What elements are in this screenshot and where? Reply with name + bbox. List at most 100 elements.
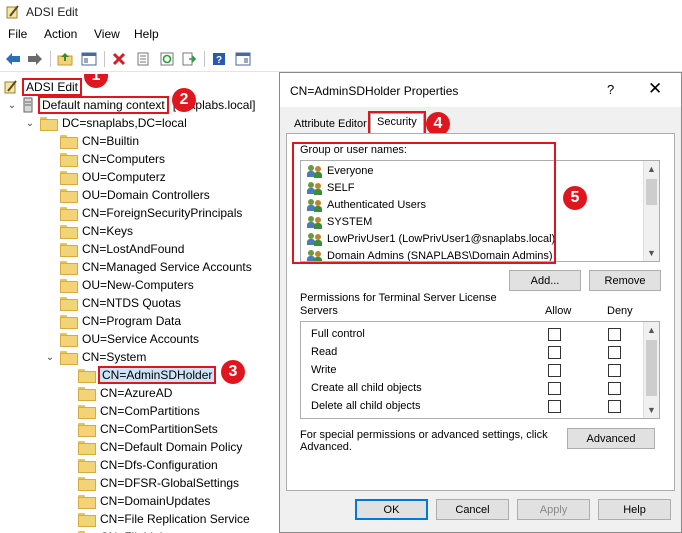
tree-item-label: CN=DFSR-GlobalSettings	[100, 476, 240, 490]
scroll-up-icon[interactable]: ▲	[644, 322, 659, 338]
tree-item[interactable]: CN=ComPartitions	[78, 402, 200, 420]
tree-item[interactable]: CN=LostAndFound	[60, 240, 184, 258]
scroll-down-icon[interactable]: ▼	[644, 402, 659, 418]
tree-item-default-naming-context[interactable]: ⌄ Default naming context [snaplabs.local…	[6, 96, 255, 114]
tree-item[interactable]: CN=Program Data	[60, 312, 181, 330]
remove-button[interactable]: Remove	[589, 270, 661, 291]
tree-item-label: CN=ForeignSecurityPrincipals	[82, 206, 243, 220]
tree-item[interactable]: CN=File Replication Service	[78, 510, 250, 528]
tree-item[interactable]: CN=Managed Service Accounts	[60, 258, 252, 276]
scroll-thumb[interactable]	[646, 340, 657, 396]
adsi-edit-app-icon	[6, 5, 19, 19]
delete-icon[interactable]	[110, 50, 128, 68]
tree-item[interactable]: CN=NTDS Quotas	[60, 294, 181, 312]
tree-item[interactable]: CN=ComPartitionSets	[78, 420, 218, 438]
allow-checkbox[interactable]	[548, 399, 561, 413]
tree-item-label: CN=AdminSDHolder	[97, 366, 217, 384]
tree-item[interactable]: CN=Dfs-Configuration	[78, 456, 218, 474]
properties-icon[interactable]	[134, 50, 152, 68]
dialog-title-bar: CN=AdminSDHolder Properties ? ✕	[280, 73, 681, 107]
tree-item[interactable]: OU=Service Accounts	[60, 330, 199, 348]
tree-item[interactable]: CN=FileLinks	[78, 528, 172, 533]
allow-checkbox[interactable]	[548, 327, 561, 341]
forward-arrow-icon[interactable]	[26, 50, 44, 68]
close-icon[interactable]: ✕	[648, 79, 662, 99]
allow-checkbox[interactable]	[548, 381, 561, 395]
advanced-button[interactable]: Advanced	[567, 428, 655, 449]
default-naming-context-label: Default naming context	[38, 96, 169, 114]
help-button[interactable]: Help	[598, 499, 671, 520]
permissions-scrollbar[interactable]: ▲ ▼	[643, 322, 659, 418]
console-tree: ADSI Edit 1 ⌄ Default naming context [sn…	[0, 74, 278, 533]
add-button[interactable]: Add...	[509, 270, 581, 291]
tree-item-system[interactable]: ⌄ CN=System	[44, 348, 146, 366]
step-badge-3: 3	[221, 360, 245, 384]
dialog-title: CN=AdminSDHolder Properties	[290, 84, 459, 98]
export-list-icon[interactable]	[180, 50, 198, 68]
tree-item-label: CN=File Replication Service	[100, 512, 250, 526]
tree-item-label: CN=AzureAD	[100, 386, 173, 400]
deny-checkbox[interactable]	[608, 381, 621, 395]
tree-root-label: ADSI Edit	[21, 78, 83, 96]
tree-item[interactable]: OU=Computerz	[60, 168, 166, 186]
allow-checkbox[interactable]	[548, 363, 561, 377]
tree-item-label: CN=Default Domain Policy	[100, 440, 243, 454]
scroll-up-icon[interactable]: ▲	[644, 161, 659, 177]
listbox-scrollbar[interactable]: ▲ ▼	[643, 161, 659, 261]
scroll-down-icon[interactable]: ▼	[644, 245, 659, 261]
folder-icon	[60, 351, 78, 365]
show-hide-action-pane-icon[interactable]	[234, 50, 252, 68]
help-icon[interactable]: ?	[210, 50, 228, 68]
tab-attribute-editor[interactable]: Attribute Editor	[288, 116, 373, 133]
refresh-icon[interactable]	[158, 50, 176, 68]
tree-item[interactable]: OU=Domain Controllers	[60, 186, 210, 204]
tree-item[interactable]: CN=Builtin	[60, 132, 139, 150]
permissions-listbox: Full control Read Write Create all child ob…	[300, 321, 660, 419]
tab-security[interactable]: Security	[368, 111, 426, 135]
show-hide-console-tree-icon[interactable]	[80, 50, 98, 68]
menu-action[interactable]: Action	[44, 27, 77, 41]
up-folder-icon[interactable]	[56, 50, 74, 68]
menu-view[interactable]: View	[94, 27, 120, 41]
tree-item[interactable]: CN=ForeignSecurityPrincipals	[60, 204, 242, 222]
tree-item[interactable]: CN=DFSR-GlobalSettings	[78, 474, 239, 492]
permission-name: Read	[311, 346, 338, 358]
ok-button[interactable]: OK	[355, 499, 428, 520]
cancel-button[interactable]: Cancel	[436, 499, 509, 520]
tree-item-label: OU=Domain Controllers	[82, 188, 210, 202]
adsi-edit-icon	[4, 80, 17, 94]
help-question-icon[interactable]: ?	[607, 82, 614, 97]
allow-checkbox[interactable]	[548, 345, 561, 359]
menu-file[interactable]: File	[8, 27, 27, 41]
deny-checkbox[interactable]	[608, 399, 621, 413]
tree-item[interactable]: CN=DomainUpdates	[78, 492, 210, 510]
tree-item[interactable]: OU=New-Computers	[60, 276, 194, 294]
folder-icon	[78, 405, 96, 419]
tree-item-adminsdholder[interactable]: CN=AdminSDHolder	[78, 366, 217, 384]
tree-item[interactable]: CN=AzureAD	[78, 384, 172, 402]
apply-button[interactable]: Apply	[517, 499, 590, 520]
deny-checkbox[interactable]	[608, 327, 621, 341]
security-tab-panel: Group or user names: Everyone SELF Authent…	[286, 133, 675, 491]
scroll-thumb[interactable]	[646, 179, 657, 205]
deny-checkbox[interactable]	[608, 345, 621, 359]
chevron-down-icon[interactable]: ⌄	[24, 118, 36, 129]
tree-item[interactable]: CN=Default Domain Policy	[78, 438, 242, 456]
tree-item-domain[interactable]: ⌄ DC=snaplabs,DC=local	[24, 114, 187, 132]
tree-item-label: CN=ComPartitionSets	[100, 422, 218, 436]
permission-row: Full control	[311, 325, 641, 343]
permission-name: Create all child objects	[311, 382, 422, 394]
folder-icon	[78, 423, 96, 437]
deny-checkbox[interactable]	[608, 363, 621, 377]
title-bar: ADSI Edit	[0, 0, 682, 24]
tree-item-label: CN=ComPartitions	[100, 404, 200, 418]
folder-icon	[78, 459, 96, 473]
chevron-down-icon[interactable]: ⌄	[6, 100, 18, 111]
tree-item[interactable]: CN=Computers	[60, 150, 165, 168]
tree-item-label: CN=Managed Service Accounts	[82, 260, 252, 274]
tree-item[interactable]: CN=Keys	[60, 222, 133, 240]
chevron-down-icon[interactable]: ⌄	[44, 352, 56, 363]
menu-help[interactable]: Help	[134, 27, 159, 41]
back-arrow-icon[interactable]	[4, 50, 22, 68]
tree-root-adsi-edit[interactable]: ADSI Edit	[4, 78, 83, 96]
